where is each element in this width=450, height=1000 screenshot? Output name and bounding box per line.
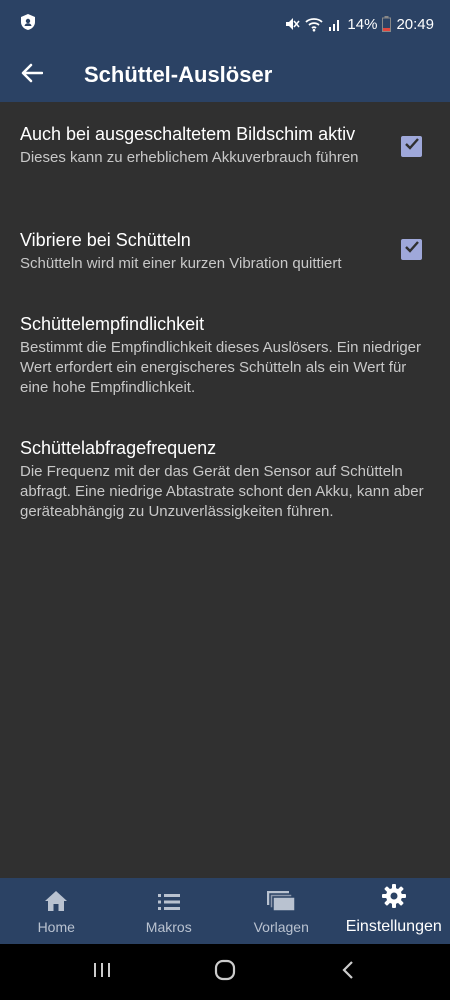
screen-off-checkbox[interactable]: [401, 136, 422, 157]
chevron-left-icon: [341, 960, 355, 985]
status-bar: 14% 20:49: [0, 0, 450, 48]
nav-makros[interactable]: Makros: [113, 878, 226, 944]
pref-summary: Dieses kann zu erheblichem Akkuverbrauch…: [20, 149, 359, 166]
back-system-button[interactable]: [318, 952, 378, 992]
wifi-icon: [305, 16, 324, 32]
pref-title: Schüttelempfindlichkeit: [20, 314, 205, 334]
pref-summary: Die Frequenz mit der das Gerät den Senso…: [20, 463, 424, 520]
nav-einstellungen[interactable]: Einstellungen: [338, 878, 450, 944]
battery-percent: 14%: [347, 15, 378, 33]
mute-icon: [284, 16, 300, 32]
check-icon: [404, 137, 420, 156]
recents-button[interactable]: [72, 952, 132, 992]
gear-icon: [381, 883, 407, 914]
pref-vibrate-on-shake[interactable]: Vibriere bei Schütteln Schütteln wird mi…: [0, 228, 450, 274]
layers-icon: [266, 890, 296, 915]
check-icon: [404, 240, 420, 259]
back-button[interactable]: [0, 48, 64, 102]
list-icon: [157, 892, 181, 915]
home-system-button[interactable]: [195, 952, 255, 992]
nav-label: Makros: [145, 919, 192, 935]
nav-label: Vorlagen: [253, 919, 309, 935]
shield-icon: [20, 13, 36, 35]
home-icon: [44, 890, 68, 915]
app-bar: Schüttel-Auslöser: [0, 48, 450, 102]
system-navigation-bar: [0, 944, 450, 1000]
pref-shake-sensitivity[interactable]: Schüttelempfindlichkeit Bestimmt die Emp…: [0, 312, 450, 398]
nav-home[interactable]: Home: [0, 878, 113, 944]
pref-title: Schüttelabfragefrequenz: [20, 438, 217, 458]
clock: 20:49: [396, 15, 434, 33]
nav-vorlagen[interactable]: Vorlagen: [225, 878, 338, 944]
circle-home-icon: [214, 959, 236, 986]
arrow-back-icon: [21, 63, 44, 88]
recents-icon: [92, 961, 112, 984]
pref-title: Auch bei ausgeschaltetem Bildschim aktiv: [20, 124, 356, 144]
pref-title: Vibriere bei Schütteln: [20, 230, 191, 250]
bottom-navigation: Home Makros Vorlagen Einstellungen: [0, 878, 450, 944]
battery-icon: [382, 16, 392, 32]
vibrate-checkbox[interactable]: [401, 239, 422, 260]
page-title: Schüttel-Auslöser: [84, 62, 273, 87]
pref-screen-off-active[interactable]: Auch bei ausgeschaltetem Bildschim aktiv…: [0, 122, 450, 168]
signal-icon: [328, 17, 342, 31]
pref-summary: Schütteln wird mit einer kurzen Vibratio…: [20, 255, 342, 272]
status-icons: 14% 20:49: [284, 16, 434, 33]
nav-label: Home: [37, 919, 75, 935]
pref-summary: Bestimmt die Empfindlichkeit dieses Ausl…: [20, 339, 422, 396]
nav-label: Einstellungen: [345, 918, 442, 935]
pref-shake-polling-frequency[interactable]: Schüttelabfragefrequenz Die Frequenz mit…: [0, 436, 450, 522]
